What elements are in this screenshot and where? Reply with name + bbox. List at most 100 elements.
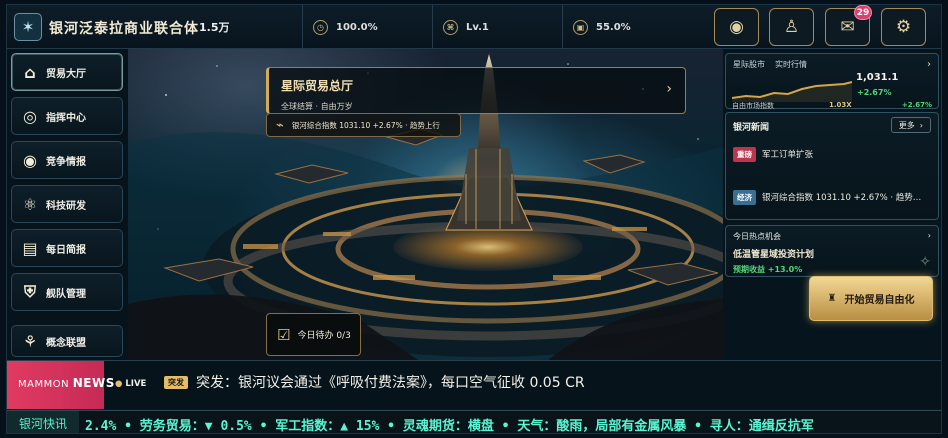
trade-hall-panel[interactable]: 星际贸易总厅 全球结算 · 自由万岁 › <box>266 67 686 114</box>
breaking-headline-text: 突发：银河议会通过《呼吸付费法案》，每口空气征收 0.05 CR <box>196 375 585 391</box>
trade-wing-icon: ♜ <box>827 293 837 304</box>
breaking-news-bar: MAMMON NEWS ● LIVE 突发 突发：银河议会通过《呼吸付费法案》，… <box>7 360 941 409</box>
mail-badge: 29 <box>854 5 872 20</box>
hot-opportunity-yield: 预期收益 +13.0% <box>733 265 803 274</box>
space-station-scene: 星际贸易总厅 全球结算 · 自由万岁 › ⌁ 银河综合指数 1031.10 +2… <box>128 49 723 360</box>
trade-hall-subtitle: 全球结算 · 自由万岁 <box>281 102 353 111</box>
sparkle-icon: ✧ <box>919 254 931 270</box>
mail-button[interactable]: ✉ 29 <box>825 5 872 46</box>
sidebar-item-research[interactable]: ⚛ 科技研发 <box>11 185 123 223</box>
efficiency-stat: ◷ 100.0% <box>302 5 429 49</box>
live-label: LIVE <box>125 379 147 389</box>
market-footer-change: +2.67% <box>901 101 932 109</box>
start-trade-button[interactable]: ♜ 开始贸易自由化 <box>809 276 933 321</box>
stock-market-subtitle: 实时行情 <box>775 60 807 69</box>
market-index-value: 1,031.1 <box>856 72 899 83</box>
sidebar-item-label: 贸易大厅 <box>46 68 86 80</box>
profile-button[interactable]: ♙ <box>769 8 814 46</box>
sidebar-item-daily-report[interactable]: ▤ 每日简报 <box>11 229 123 267</box>
stock-market-card[interactable]: 星际股市 实时行情 › 1,031.1 +2.67% 自由市场指数 1.03X … <box>725 53 939 111</box>
chevron-right-icon: › <box>927 231 931 240</box>
trend-chart-icon: ⌁ <box>276 117 284 133</box>
ticker-text: 2.4% • 劳务贸易：▼ 0.5% • 军工指数：▲ 15% • 灵魂期货：横… <box>85 419 814 434</box>
breaking-tag: 突发 <box>164 375 188 389</box>
clipboard-check-icon: ☑ <box>277 325 291 344</box>
level-stat: ⌘ Lv.1 <box>432 5 559 49</box>
live-indicator: ● LIVE <box>115 379 146 389</box>
bank-icon: ⌂ <box>24 62 36 82</box>
eye-icon: ◉ <box>23 150 37 170</box>
sidebar-item-command-center[interactable]: ◎ 指挥中心 <box>11 97 123 135</box>
profile-icon: ♙ <box>783 17 800 37</box>
trade-hall-title: 星际贸易总厅 <box>281 79 354 93</box>
alliance-icon: ⚘ <box>22 331 38 351</box>
target-icon: ◎ <box>23 106 37 126</box>
sidebar-item-trade-hall[interactable]: ⌂ 贸易大厅 <box>11 53 123 91</box>
report-icon: ▤ <box>22 238 38 258</box>
sidebar-item-label: 舰队管理 <box>46 288 86 300</box>
sidebar-item-label: 每日简报 <box>46 244 86 256</box>
storage-icon: ▣ <box>573 19 588 35</box>
game-screen: ✶ 银河泛泰拉商业联合体 1.5万 ◷ 100.0% ⌘ Lv.1 ▣ 55.0… <box>6 4 942 434</box>
daily-todo-label: 今日待办 0/3 <box>297 331 351 341</box>
stock-market-title: 星际股市 <box>733 60 765 69</box>
gear-icon: ⚙ <box>895 17 912 37</box>
market-leverage: 1.03X <box>829 101 852 109</box>
breaking-headline[interactable]: 突发 突发：银河议会通过《呼吸付费法案》，每口空气征收 0.05 CR <box>164 372 585 392</box>
news-tag: 经济 <box>733 189 756 205</box>
news-row-2[interactable]: 经济 银河综合指数 1031.10 +2.67% · 趋势… <box>733 185 932 209</box>
galaxy-news-title: 银河新闻 <box>733 123 770 133</box>
market-footer-label: 自由市场指数 <box>732 102 774 110</box>
company-title: 银河泛泰拉商业联合体 <box>49 21 199 37</box>
galaxy-news-card: 银河新闻 更多 › 重磅 军工订单扩张 经济 银河综合指数 1031.10 +2.67… <box>725 112 939 220</box>
news-tag: 重磅 <box>733 146 756 162</box>
ticker-label: 银河快讯 <box>7 411 79 433</box>
settings-button[interactable]: ⚙ <box>881 8 926 46</box>
sidebar-item-label: 科技研发 <box>46 200 86 212</box>
news-row-1[interactable]: 重磅 军工订单扩张 <box>733 142 932 166</box>
sidebar-item-intelligence[interactable]: ◉ 竞争情报 <box>11 141 123 179</box>
galaxy-index-chip[interactable]: ⌁ 银河综合指数 1031.10 +2.67% · 趋势上行 <box>266 113 461 137</box>
credits-value: 1.5万 <box>199 21 230 34</box>
daily-todo-button[interactable]: ☑ 今日待办 0/3 <box>266 313 361 356</box>
efficiency-value: 100.0% <box>336 21 378 33</box>
hot-opportunity-header: 今日热点机会 › <box>726 226 938 247</box>
hot-opportunity-heading: 今日热点机会 <box>733 232 781 241</box>
chevron-right-icon: › <box>666 81 672 97</box>
sidebar-item-label: 概念联盟 <box>46 337 86 349</box>
live-dot-icon: ● <box>115 379 123 389</box>
gauge-icon: ◷ <box>313 19 328 35</box>
news-text: 银河综合指数 1031.10 +2.67% · 趋势… <box>762 193 922 203</box>
storage-stat: ▣ 55.0% <box>562 5 702 49</box>
sidebar: ⌂ 贸易大厅 ◎ 指挥中心 ◉ 竞争情报 ⚛ 科技研发 ▤ 每日简报 ⛨ 舰队管理 ⚘ 概念联… <box>7 49 128 360</box>
news-brand-suffix: NEWS <box>72 376 115 390</box>
level-value: Lv.1 <box>466 21 489 33</box>
start-trade-label: 开始贸易自由化 <box>844 295 915 306</box>
mammon-news-logo: MAMMON NEWS <box>18 376 115 390</box>
atom-icon: ⚛ <box>22 194 38 214</box>
news-ticker: 银河快讯 2.4% • 劳务贸易：▼ 0.5% • 军工指数：▲ 15% • 灵… <box>7 410 941 434</box>
hot-opportunity-title: 低温管星域投资计划 <box>733 250 815 260</box>
news-more-label: 更多 <box>898 120 915 130</box>
planet-button[interactable]: ◉ <box>714 8 759 46</box>
shield-check-icon: ⛨ <box>23 282 36 301</box>
sidebar-item-label: 竞争情报 <box>46 156 86 168</box>
mail-icon: ✉ <box>840 17 855 37</box>
right-info-column: 星际股市 实时行情 › 1,031.1 +2.67% 自由市场指数 1.03X … <box>723 49 941 360</box>
market-sparkline <box>732 81 853 102</box>
news-brand-prefix: MAMMON <box>18 379 70 390</box>
galaxy-shield-icon[interactable]: ✶ <box>14 13 42 41</box>
market-change: +2.67% <box>857 88 892 97</box>
hot-opportunity-card[interactable]: 今日热点机会 › 低温管星域投资计划 预期收益 +13.0% ✧ <box>725 225 939 277</box>
news-more-button[interactable]: 更多 › <box>890 117 931 133</box>
sidebar-item-fleet[interactable]: ⛨ 舰队管理 <box>11 273 123 311</box>
top-status-bar: ✶ 银河泛泰拉商业联合体 1.5万 ◷ 100.0% ⌘ Lv.1 ▣ 55.0… <box>7 5 941 49</box>
sidebar-item-alliance[interactable]: ⚘ 概念联盟 <box>11 325 123 357</box>
chevron-right-icon: › <box>919 120 923 130</box>
news-text: 军工订单扩张 <box>762 150 814 160</box>
storage-value: 55.0% <box>596 21 631 33</box>
galaxy-index-text: 银河综合指数 1031.10 +2.67% · 趋势上行 <box>291 120 440 130</box>
sidebar-item-label: 指挥中心 <box>46 112 86 124</box>
market-footer: 自由市场指数 1.03X +2.67% <box>732 101 932 111</box>
planet-icon: ◉ <box>729 17 744 37</box>
